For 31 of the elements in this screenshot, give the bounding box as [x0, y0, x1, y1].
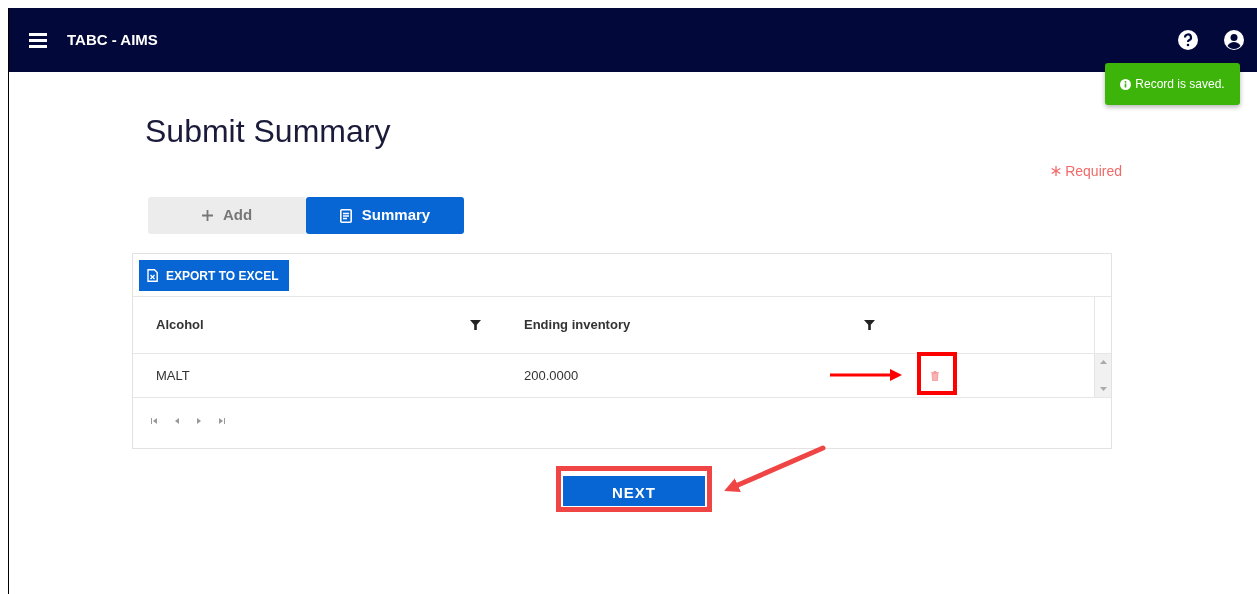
- menu-icon[interactable]: [29, 32, 47, 48]
- spreadsheet-file-icon: [147, 269, 158, 282]
- user-icon[interactable]: [1223, 29, 1245, 51]
- next-button[interactable]: NEXT: [563, 476, 705, 506]
- trash-icon[interactable]: [931, 370, 939, 381]
- help-icon[interactable]: [1177, 29, 1199, 51]
- scroll-down-icon[interactable]: [1099, 387, 1107, 391]
- column-header[interactable]: Ending inventory: [524, 315, 631, 335]
- app-title: TABC - AIMS: [67, 29, 158, 50]
- last-page-icon[interactable]: [219, 418, 225, 424]
- annotation-arrow: [830, 369, 902, 381]
- scroll-up-icon[interactable]: [1099, 360, 1107, 364]
- filter-icon[interactable]: [470, 320, 481, 330]
- toast-text: Record is saved.: [1135, 76, 1225, 93]
- plus-icon: [201, 210, 213, 221]
- tab[interactable]: Add: [148, 197, 306, 234]
- table-cell-text: 200.0000: [523, 366, 580, 385]
- required-note: Required: [1065, 161, 1122, 181]
- next-page-icon[interactable]: [197, 418, 201, 424]
- first-page-icon[interactable]: [151, 418, 157, 424]
- page-title: Submit Summary: [145, 112, 392, 150]
- highlight-frame: [917, 352, 957, 395]
- info-icon: [1120, 78, 1132, 90]
- document-icon: [339, 208, 352, 223]
- export-button[interactable]: EXPORT TO EXCEL: [139, 260, 289, 291]
- column-header[interactable]: Alcohol: [156, 315, 204, 335]
- asterisk-icon: [1051, 166, 1062, 176]
- table-cell-text: MALT: [155, 366, 191, 385]
- filter-icon[interactable]: [864, 320, 875, 330]
- tab[interactable]: Summary: [306, 197, 464, 234]
- previous-page-icon[interactable]: [175, 418, 179, 424]
